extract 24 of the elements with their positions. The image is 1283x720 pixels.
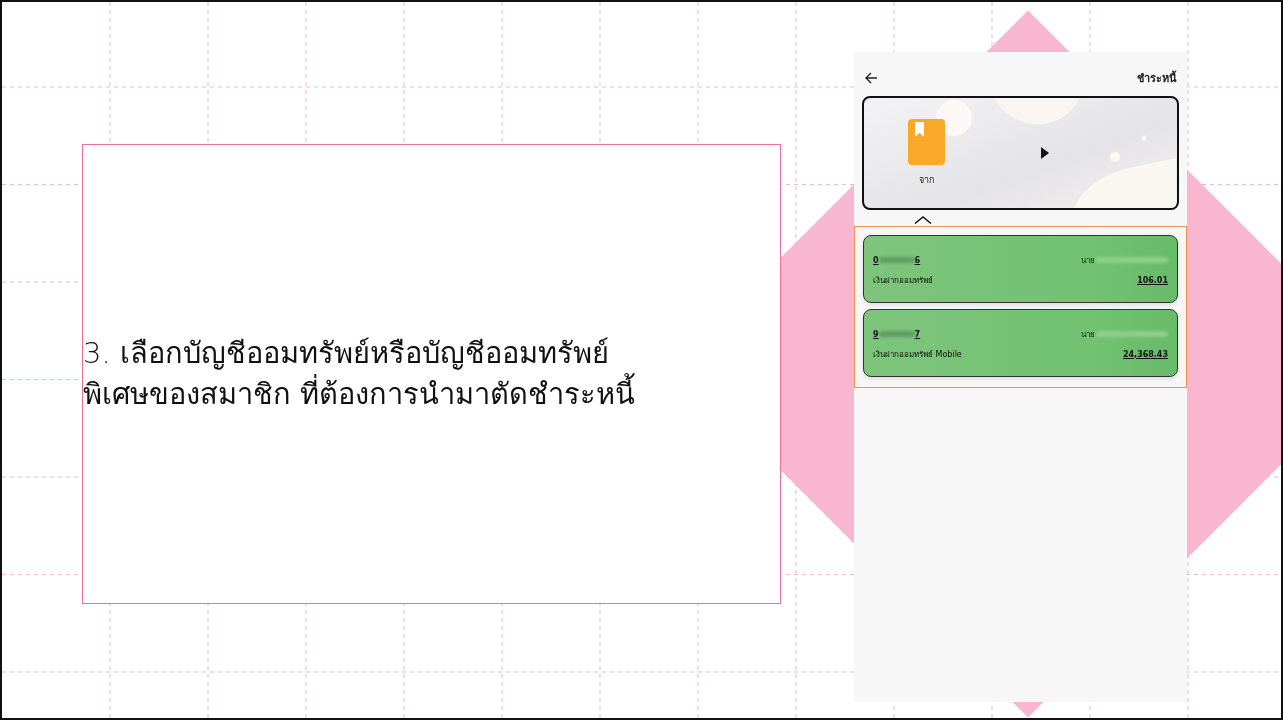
account-card[interactable]: 9 7 นาย เงินฝากออมทรัพย์ Mobile 24,368.43 <box>863 309 1178 377</box>
redacted-block <box>878 331 915 337</box>
instruction-text: 3. เลือกบัญชีออมทรัพย์หรือบัญชีออมทรัพย์ พิเศษของสมาชิก ที่ต้องการนำมาตัดชำระหนี้ <box>83 335 636 413</box>
owner-title: นาย <box>1081 254 1095 267</box>
owner-title: นาย <box>1081 328 1095 341</box>
account-balance: 106.01 <box>1137 275 1168 285</box>
account-type: เงินฝากออมทรัพย์ <box>873 274 933 287</box>
account-number-end: 6 <box>914 255 921 265</box>
redacted-block <box>1096 331 1168 337</box>
bookmark-book-icon <box>908 119 945 165</box>
account-balance: 24,368.43 <box>1122 349 1168 359</box>
account-number-start: 9 <box>873 329 879 339</box>
account-card[interactable]: 0 6 นาย เงินฝากออมทรัพย์ 106.01 <box>863 235 1178 303</box>
account-type: เงินฝากออมทรัพย์ Mobile <box>873 348 962 361</box>
play-arrow-icon <box>1041 147 1049 159</box>
account-number-start: 0 <box>873 255 879 265</box>
back-arrow-icon[interactable] <box>864 71 878 85</box>
source-label: จาก <box>919 174 934 187</box>
account-number-end: 7 <box>914 329 921 339</box>
caret-up-icon[interactable] <box>914 216 932 224</box>
source-account-card[interactable]: จาก <box>862 96 1179 210</box>
screen-title: ชำระหนี้ <box>1137 69 1177 87</box>
redacted-block <box>878 257 915 263</box>
redacted-block <box>1096 257 1168 263</box>
